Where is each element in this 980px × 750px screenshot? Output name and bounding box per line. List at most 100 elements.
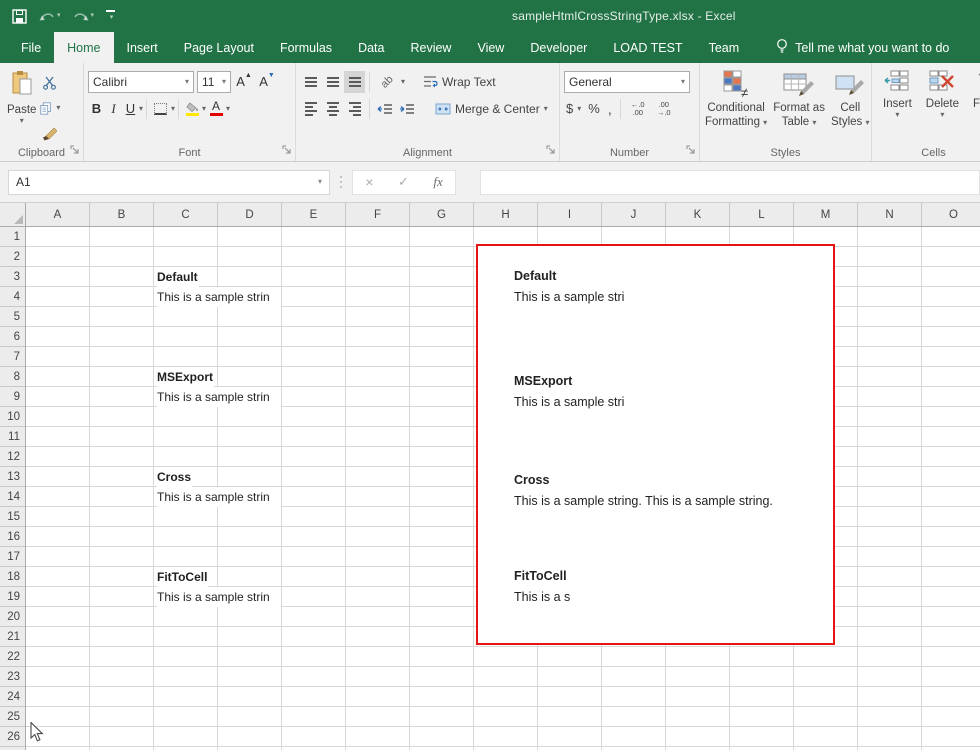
cell-C3[interactable]: Default (157, 267, 199, 287)
copy-button[interactable]: ▾ (39, 97, 60, 119)
tab-review[interactable]: Review (397, 32, 464, 63)
undo-dropdown-caret[interactable]: ▾ (57, 12, 61, 20)
tab-file[interactable]: File (8, 32, 54, 63)
middle-align-button[interactable] (322, 71, 343, 93)
row-header-14[interactable]: 14 (0, 487, 25, 507)
row-header-10[interactable]: 10 (0, 407, 25, 427)
cell-C13[interactable]: Cross (157, 467, 192, 487)
overlay-box[interactable]: DefaultThis is a sample striMSExportThis… (476, 244, 835, 645)
delete-dropdown-caret[interactable]: ▾ (940, 111, 944, 119)
borders-dropdown-caret[interactable]: ▾ (171, 105, 175, 113)
col-header-M[interactable]: M (794, 203, 858, 226)
col-header-K[interactable]: K (666, 203, 730, 226)
tab-team[interactable]: Team (696, 32, 753, 63)
tab-home[interactable]: Home (54, 32, 113, 63)
row-header-3[interactable]: 3 (0, 267, 25, 287)
insert-cells-button[interactable]: Insert ▾ (880, 68, 915, 144)
accounting-dropdown-caret[interactable]: ▾ (577, 105, 581, 113)
row-header-12[interactable]: 12 (0, 447, 25, 467)
worksheet[interactable]: ABCDEFGHIJKLMNO 123456789101112131415161… (0, 203, 980, 750)
tell-me-box[interactable]: Tell me what you want to do (776, 32, 949, 63)
accounting-format-button[interactable]: $▾ (564, 98, 583, 120)
increase-decimal-button[interactable]: ←.0.00 (626, 98, 650, 120)
increase-font-size-button[interactable]: A▲ (234, 74, 254, 89)
orientation-button[interactable]: ab (374, 71, 400, 93)
col-header-F[interactable]: F (346, 203, 410, 226)
comma-style-button[interactable]: , (605, 98, 615, 120)
paste-dropdown-caret[interactable]: ▾ (20, 117, 24, 125)
row-header-13[interactable]: 13 (0, 467, 25, 487)
cell-C14[interactable]: This is a sample strin (157, 487, 281, 507)
font-name-combo[interactable]: Calibri ▾ (88, 71, 194, 93)
format-cells-button[interactable]: Format ▾ (970, 68, 980, 144)
font-color-button[interactable]: A (206, 98, 226, 120)
col-header-C[interactable]: C (154, 203, 218, 226)
row-header-8[interactable]: 8 (0, 367, 25, 387)
col-header-N[interactable]: N (858, 203, 922, 226)
wrap-text-button[interactable]: Wrap Text (419, 71, 500, 93)
cancel-icon[interactable]: × (365, 174, 373, 190)
bottom-align-button[interactable] (344, 71, 365, 93)
row-header-4[interactable]: 4 (0, 287, 25, 307)
top-align-button[interactable] (300, 71, 321, 93)
cut-button[interactable] (39, 71, 60, 93)
italic-button[interactable]: I (105, 101, 122, 117)
decrease-indent-button[interactable] (374, 98, 395, 120)
clipboard-dialog-launcher-icon[interactable] (70, 145, 80, 158)
tab-developer[interactable]: Developer (517, 32, 600, 63)
col-header-L[interactable]: L (730, 203, 794, 226)
alignment-dialog-launcher-icon[interactable] (546, 145, 556, 158)
col-header-B[interactable]: B (90, 203, 154, 226)
align-right-button[interactable] (344, 98, 365, 120)
row-header-11[interactable]: 11 (0, 427, 25, 447)
formula-input[interactable] (480, 170, 980, 195)
col-header-G[interactable]: G (410, 203, 474, 226)
fill-color-button[interactable] (182, 98, 202, 120)
number-format-combo[interactable]: General ▾ (564, 71, 690, 93)
col-header-D[interactable]: D (218, 203, 282, 226)
cell-styles-button[interactable]: Cell Styles ▾ (828, 68, 873, 144)
insert-function-icon[interactable]: fx (433, 174, 442, 190)
font-color-dropdown-caret[interactable]: ▾ (226, 105, 230, 113)
row-header-25[interactable]: 25 (0, 707, 25, 727)
tab-data[interactable]: Data (345, 32, 397, 63)
row-header-20[interactable]: 20 (0, 607, 25, 627)
format-as-table-caret[interactable]: ▾ (812, 118, 816, 127)
row-header-22[interactable]: 22 (0, 647, 25, 667)
tab-load-test[interactable]: LOAD TEST (600, 32, 695, 63)
align-center-button[interactable] (322, 98, 343, 120)
enter-icon[interactable]: ✓ (398, 174, 409, 190)
font-size-combo[interactable]: 11 ▾ (197, 71, 231, 93)
paste-button[interactable]: Paste ▾ (4, 68, 39, 145)
percent-style-button[interactable]: % (585, 98, 603, 120)
undo-button[interactable]: ▾ (39, 10, 61, 23)
cell-C8[interactable]: MSExport (157, 367, 214, 387)
delete-cells-button[interactable]: Delete ▾ (923, 68, 962, 144)
increase-indent-button[interactable] (396, 98, 417, 120)
number-dialog-launcher-icon[interactable] (686, 145, 696, 158)
row-header-21[interactable]: 21 (0, 627, 25, 647)
row-header-19[interactable]: 19 (0, 587, 25, 607)
bold-button[interactable]: B (88, 101, 105, 116)
col-header-A[interactable]: A (26, 203, 90, 226)
row-header-6[interactable]: 6 (0, 327, 25, 347)
underline-button[interactable]: U (122, 101, 139, 116)
merge-center-dropdown-caret[interactable]: ▾ (544, 105, 548, 113)
row-header-1[interactable]: 1 (0, 227, 25, 247)
row-header-17[interactable]: 17 (0, 547, 25, 567)
name-box-dropdown-caret[interactable]: ▾ (318, 178, 322, 186)
cell-styles-caret[interactable]: ▾ (865, 118, 869, 127)
row-header-18[interactable]: 18 (0, 567, 25, 587)
copy-dropdown-caret[interactable]: ▾ (56, 104, 60, 112)
redo-dropdown-caret[interactable]: ▾ (91, 12, 95, 20)
conditional-formatting-button[interactable]: ≠ Conditional Formatting ▾ (702, 68, 770, 144)
cell-C9[interactable]: This is a sample strin (157, 387, 281, 407)
font-dialog-launcher-icon[interactable] (282, 145, 292, 158)
row-header-23[interactable]: 23 (0, 667, 25, 687)
row-header-16[interactable]: 16 (0, 527, 25, 547)
tab-view[interactable]: View (464, 32, 517, 63)
col-header-J[interactable]: J (602, 203, 666, 226)
underline-dropdown-caret[interactable]: ▾ (139, 105, 143, 113)
orientation-dropdown-caret[interactable]: ▾ (401, 78, 405, 86)
merge-center-button[interactable]: Merge & Center ▾ (431, 98, 552, 120)
